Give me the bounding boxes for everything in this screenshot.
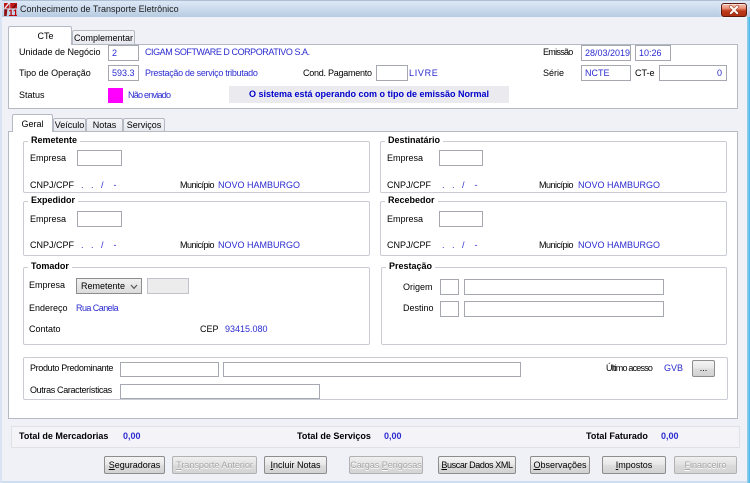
svg-text:11: 11: [8, 8, 17, 16]
